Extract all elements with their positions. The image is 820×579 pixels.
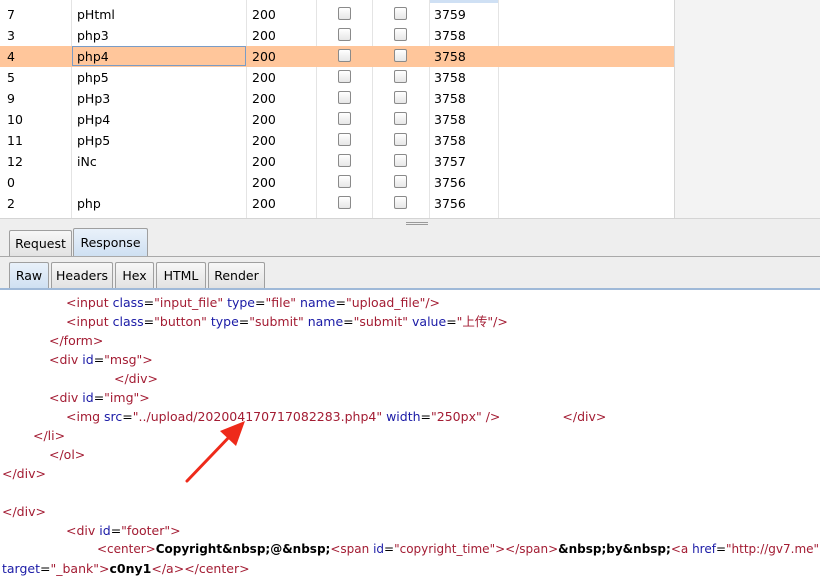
payload-cell: php5 — [77, 70, 109, 85]
table-row[interactable]: 11 pHp5 200 3758 — [0, 130, 674, 151]
error-checkbox[interactable] — [338, 133, 351, 146]
length-cell: 3757 — [434, 154, 466, 169]
table-row[interactable]: 5 php5 200 3758 — [0, 67, 674, 88]
status-cell: 200 — [252, 70, 276, 85]
table-row[interactable]: 2 php 200 3756 — [0, 193, 674, 214]
table-row[interactable]: 10 pHp4 200 3758 — [0, 109, 674, 130]
length-cell: 3758 — [434, 70, 466, 85]
code-line: <center>Copyright&nbsp;@&nbsp;<span id="… — [97, 542, 820, 556]
request-number: 2 — [7, 196, 15, 211]
payload-cell: pHp3 — [77, 91, 111, 106]
length-cell: 3759 — [434, 7, 466, 22]
code-line: <div id="msg"> — [49, 352, 153, 367]
length-cell: 3756 — [434, 196, 466, 211]
table-empty-area — [675, 0, 820, 218]
tab-request[interactable]: Request — [9, 230, 72, 256]
length-cell: 3756 — [434, 175, 466, 190]
results-grid: 7 pHtml 200 3759 3 php3 200 3758 4 php4 200 3758 5 ph… — [0, 0, 675, 218]
response-raw-view[interactable]: <input class="input_file" type="file" na… — [0, 290, 820, 579]
code-line: <input class="button" type="submit" name… — [66, 314, 508, 329]
code-line: </ol> — [49, 447, 86, 462]
table-row[interactable]: 12 iNc 200 3757 — [0, 151, 674, 172]
tab-response[interactable]: Response — [73, 228, 148, 256]
code-line: </li> — [33, 428, 66, 443]
table-row[interactable]: 0 200 3756 — [0, 172, 674, 193]
timeout-checkbox[interactable] — [394, 70, 407, 83]
table-row[interactable]: 7 pHtml 200 3759 — [0, 4, 674, 25]
tab-html[interactable]: HTML — [156, 262, 206, 288]
length-cell: 3758 — [434, 49, 466, 64]
request-number: 12 — [7, 154, 23, 169]
payload-cell: pHp4 — [77, 112, 111, 127]
tab-headers[interactable]: Headers — [51, 262, 113, 288]
tab-raw[interactable]: Raw — [9, 262, 49, 288]
column-header-edge — [430, 0, 498, 3]
error-checkbox[interactable] — [338, 154, 351, 167]
code-line: </div> — [2, 504, 46, 519]
request-number: 10 — [7, 112, 23, 127]
timeout-checkbox[interactable] — [394, 154, 407, 167]
timeout-checkbox[interactable] — [394, 28, 407, 41]
error-checkbox[interactable] — [338, 28, 351, 41]
request-number: 9 — [7, 91, 15, 106]
code-line: <div id="img"> — [49, 390, 150, 405]
request-number: 4 — [7, 49, 15, 64]
status-cell: 200 — [252, 91, 276, 106]
splitter-grip-icon[interactable] — [406, 222, 428, 225]
status-cell: 200 — [252, 112, 276, 127]
table-row[interactable]: 3 php3 200 3758 — [0, 25, 674, 46]
code-line: target="_bank">c0ny1</a></center> — [2, 561, 250, 576]
error-checkbox[interactable] — [338, 7, 351, 20]
request-number: 3 — [7, 28, 15, 43]
request-number: 0 — [7, 175, 15, 190]
length-cell: 3758 — [434, 28, 466, 43]
request-number: 7 — [7, 7, 15, 22]
timeout-checkbox[interactable] — [394, 133, 407, 146]
status-cell: 200 — [252, 196, 276, 211]
table-row[interactable]: 9 pHp3 200 3758 — [0, 88, 674, 109]
tab-render[interactable]: Render — [208, 262, 265, 288]
timeout-checkbox[interactable] — [394, 175, 407, 188]
status-cell: 200 — [252, 28, 276, 43]
length-cell: 3758 — [434, 91, 466, 106]
code-line: </div> — [114, 371, 158, 386]
status-cell: 200 — [252, 49, 276, 64]
status-cell: 200 — [252, 133, 276, 148]
timeout-checkbox[interactable] — [394, 49, 407, 62]
request-number: 11 — [7, 133, 23, 148]
error-checkbox[interactable] — [338, 175, 351, 188]
tab-hex[interactable]: Hex — [115, 262, 154, 288]
payload-cell: pHtml — [77, 7, 115, 22]
timeout-checkbox[interactable] — [394, 112, 407, 125]
length-cell: 3758 — [434, 112, 466, 127]
error-checkbox[interactable] — [338, 196, 351, 209]
error-checkbox[interactable] — [338, 49, 351, 62]
view-tabs: Raw Headers Hex HTML Render — [0, 257, 820, 290]
code-line: </div> — [2, 466, 46, 481]
timeout-checkbox[interactable] — [394, 196, 407, 209]
status-cell: 200 — [252, 7, 276, 22]
status-cell: 200 — [252, 154, 276, 169]
error-checkbox[interactable] — [338, 91, 351, 104]
payload-cell: iNc — [77, 154, 97, 169]
error-checkbox[interactable] — [338, 112, 351, 125]
code-line: <input class="input_file" type="file" na… — [66, 295, 441, 310]
payload-cell: php4 — [77, 49, 109, 64]
timeout-checkbox[interactable] — [394, 91, 407, 104]
length-cell: 3758 — [434, 133, 466, 148]
timeout-checkbox[interactable] — [394, 7, 407, 20]
code-line: <div id="footer"> — [66, 523, 181, 538]
message-tabs: Request Response — [0, 226, 820, 257]
request-number: 5 — [7, 70, 15, 85]
code-line: <img src="../upload/202004170717082283.p… — [66, 409, 607, 424]
table-row[interactable]: 4 php4 200 3758 — [0, 46, 674, 67]
results-table: 7 pHtml 200 3759 3 php3 200 3758 4 php4 200 3758 5 ph… — [0, 0, 820, 218]
payload-cell: php — [77, 196, 101, 211]
status-cell: 200 — [252, 175, 276, 190]
error-checkbox[interactable] — [338, 70, 351, 83]
payload-cell: php3 — [77, 28, 109, 43]
code-line: </form> — [49, 333, 104, 348]
payload-cell: pHp5 — [77, 133, 111, 148]
